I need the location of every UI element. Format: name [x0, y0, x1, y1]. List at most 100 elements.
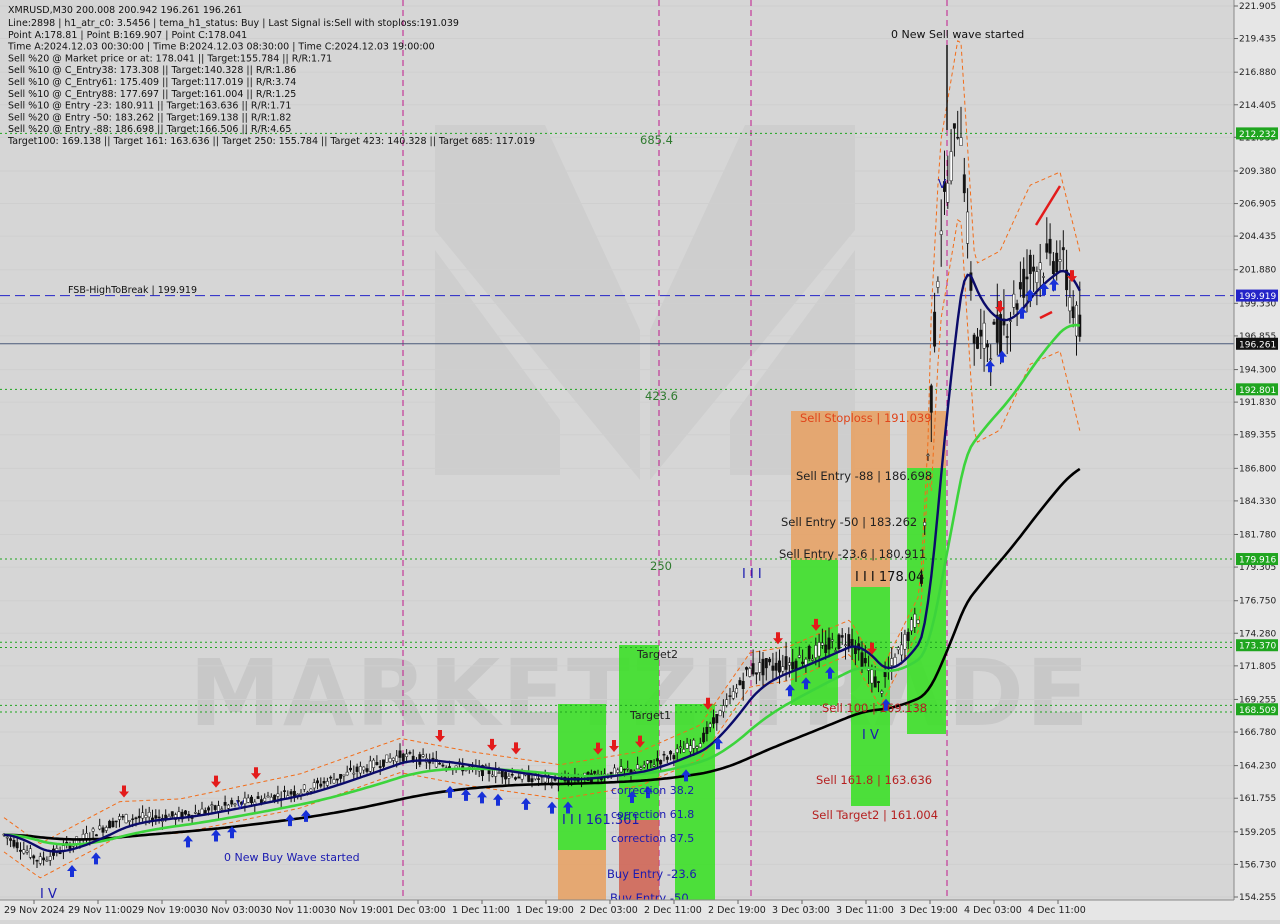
candle-body	[1075, 304, 1078, 337]
candle-body	[309, 788, 313, 792]
candle-body	[827, 637, 831, 650]
candle-body	[745, 667, 748, 670]
candle-body	[42, 857, 46, 861]
candle-body	[352, 772, 356, 775]
annotation-label: Sell Entry -23.6 | 180.911	[779, 547, 926, 561]
candle-body	[830, 639, 834, 642]
candle-body	[675, 748, 679, 753]
candle-body	[141, 812, 145, 819]
candle-body	[1005, 336, 1009, 338]
time-tick-label: 30 Nov 03:00	[196, 905, 260, 916]
price-badge-label: 168.509	[1239, 706, 1276, 716]
candle-body	[517, 776, 521, 779]
annotation-label: I I I	[742, 567, 762, 582]
time-tick-label: 30 Nov 19:00	[324, 905, 388, 916]
candle-body	[45, 859, 49, 862]
price-tick-label: 176.750	[1239, 597, 1276, 607]
candle-body	[692, 739, 696, 749]
candle-body	[619, 766, 623, 773]
candle-body	[101, 827, 105, 833]
time-tick-label: 3 Dec 03:00	[772, 905, 830, 916]
candle-body	[768, 658, 772, 663]
candle-body	[355, 766, 359, 772]
candle-body	[22, 849, 26, 854]
annotation-label: Sell Entry -50 | 183.262	[781, 515, 917, 529]
candle-body	[170, 811, 174, 817]
candle-body	[956, 136, 960, 139]
candle-body	[936, 281, 940, 288]
candle-body	[982, 322, 986, 349]
candle-body	[659, 760, 663, 765]
candle-body	[537, 778, 541, 780]
info-line: Sell %20 @ Entry -88: 186.698 || Target:…	[8, 124, 291, 135]
time-tick-label: 29 Nov 19:00	[132, 905, 196, 916]
candle-body	[226, 804, 230, 809]
candle-body	[1058, 259, 1062, 262]
candle-body	[771, 665, 775, 671]
candle-body	[946, 182, 950, 203]
candle-body	[405, 753, 409, 757]
price-tick-label: 184.330	[1239, 497, 1276, 507]
candle-body	[655, 758, 659, 762]
annotation-label: V	[938, 177, 947, 191]
candle-body	[319, 783, 323, 787]
candle-body	[718, 710, 722, 717]
candle-body	[758, 662, 762, 673]
candle-body	[1032, 266, 1036, 272]
candle-body	[184, 810, 187, 815]
candle-body	[411, 755, 415, 761]
candle-body	[834, 650, 838, 652]
candle-body	[398, 750, 402, 758]
candle-body	[844, 644, 847, 647]
candle-body	[385, 754, 389, 763]
candle-body	[332, 779, 336, 784]
candle-body	[639, 767, 643, 770]
candle-body	[108, 820, 112, 829]
annotation-label: I I I 161.361	[562, 813, 640, 828]
candle-body	[490, 774, 494, 777]
candle-body	[1022, 268, 1026, 298]
candle-body	[850, 638, 854, 647]
price-tick-label: 189.355	[1239, 431, 1276, 441]
price-chart[interactable]: MARKETZITRADE 0 New Sell wave startedFSB…	[0, 0, 1280, 920]
candle-body	[1015, 303, 1019, 310]
candle-body	[735, 688, 739, 694]
candle-body	[781, 666, 785, 672]
price-tick-label: 214.405	[1239, 101, 1276, 111]
candle-body	[893, 656, 897, 666]
price-tick-label: 221.905	[1239, 2, 1276, 12]
candle-body	[593, 771, 597, 774]
time-tick-label: 4 Dec 11:00	[1028, 905, 1086, 916]
annotation-label: 0 New Sell wave started	[891, 28, 1024, 41]
price-tick-label: 194.300	[1239, 366, 1276, 376]
candle-body	[35, 859, 39, 862]
candle-body	[787, 662, 791, 666]
candle-body	[256, 796, 260, 799]
candle-body	[339, 773, 343, 779]
candle-body	[774, 662, 778, 671]
candle-body	[860, 652, 864, 668]
candle-body	[626, 768, 630, 770]
candle-body	[1035, 271, 1039, 283]
candle-body	[636, 764, 640, 770]
candle-body	[395, 755, 399, 762]
candle-body	[929, 385, 933, 413]
chart-window[interactable]: MARKETZITRADE 0 New Sell wave startedFSB…	[0, 0, 1280, 920]
symbol-line: XMRUSD,M30 200.008 200.942 196.261 196.2…	[8, 5, 242, 16]
candle-body	[118, 816, 121, 820]
candle-body	[266, 795, 270, 798]
candle-body	[1028, 254, 1032, 274]
candle-body	[662, 753, 666, 756]
candle-body	[731, 691, 735, 699]
candle-body	[514, 777, 517, 780]
candle-body	[754, 672, 758, 675]
candle-body	[939, 230, 943, 235]
annotation-label: Sell 161.8 | 163.636	[816, 773, 932, 787]
candle-body	[811, 658, 814, 661]
candle-body	[114, 820, 118, 823]
time-tick-label: 1 Dec 19:00	[516, 905, 574, 916]
price-tick-label: 216.880	[1239, 68, 1276, 78]
candle-body	[725, 699, 729, 706]
candle-body	[1042, 276, 1045, 278]
candle-body	[814, 645, 818, 658]
